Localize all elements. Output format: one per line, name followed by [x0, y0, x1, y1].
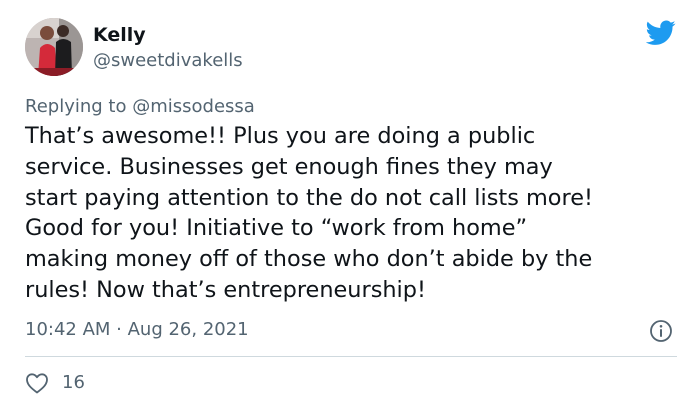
- reply-mention-link[interactable]: @missodessa: [132, 96, 255, 117]
- author-handle[interactable]: @sweetdivakells: [93, 50, 243, 72]
- like-count: 16: [62, 372, 85, 393]
- heart-icon[interactable]: [25, 372, 49, 394]
- divider: [25, 356, 677, 357]
- replying-to: Replying to @missodessa: [25, 96, 255, 118]
- info-icon[interactable]: [649, 319, 673, 343]
- replying-to-label: Replying to: [25, 96, 127, 117]
- tweet-card: Kelly @sweetdivakells Replying to @misso…: [0, 0, 700, 410]
- tweet-text-line: service. Businesses get enough fines the…: [25, 153, 553, 180]
- profile-photo: [25, 18, 83, 76]
- tweet-text-line: making money off of those who don’t abid…: [25, 246, 593, 273]
- tweet-timestamp[interactable]: 10:42 AM · Aug 26, 2021: [25, 319, 249, 341]
- tweet-text-line: rules! Now that’s entrepreneurship!: [25, 276, 426, 303]
- author-display-name[interactable]: Kelly: [93, 23, 146, 47]
- tweet-text-line: start paying attention to the do not cal…: [25, 184, 593, 211]
- avatar[interactable]: [25, 18, 83, 76]
- tweet-text-line: That’s awesome!! Plus you are doing a pu…: [25, 123, 536, 149]
- twitter-bird-icon[interactable]: [645, 20, 676, 46]
- tweet-text-line: Good for you! Initiative to “work from h…: [25, 215, 528, 242]
- tweet-text: That’s awesome!! Plus you are doing a pu…: [25, 121, 685, 306]
